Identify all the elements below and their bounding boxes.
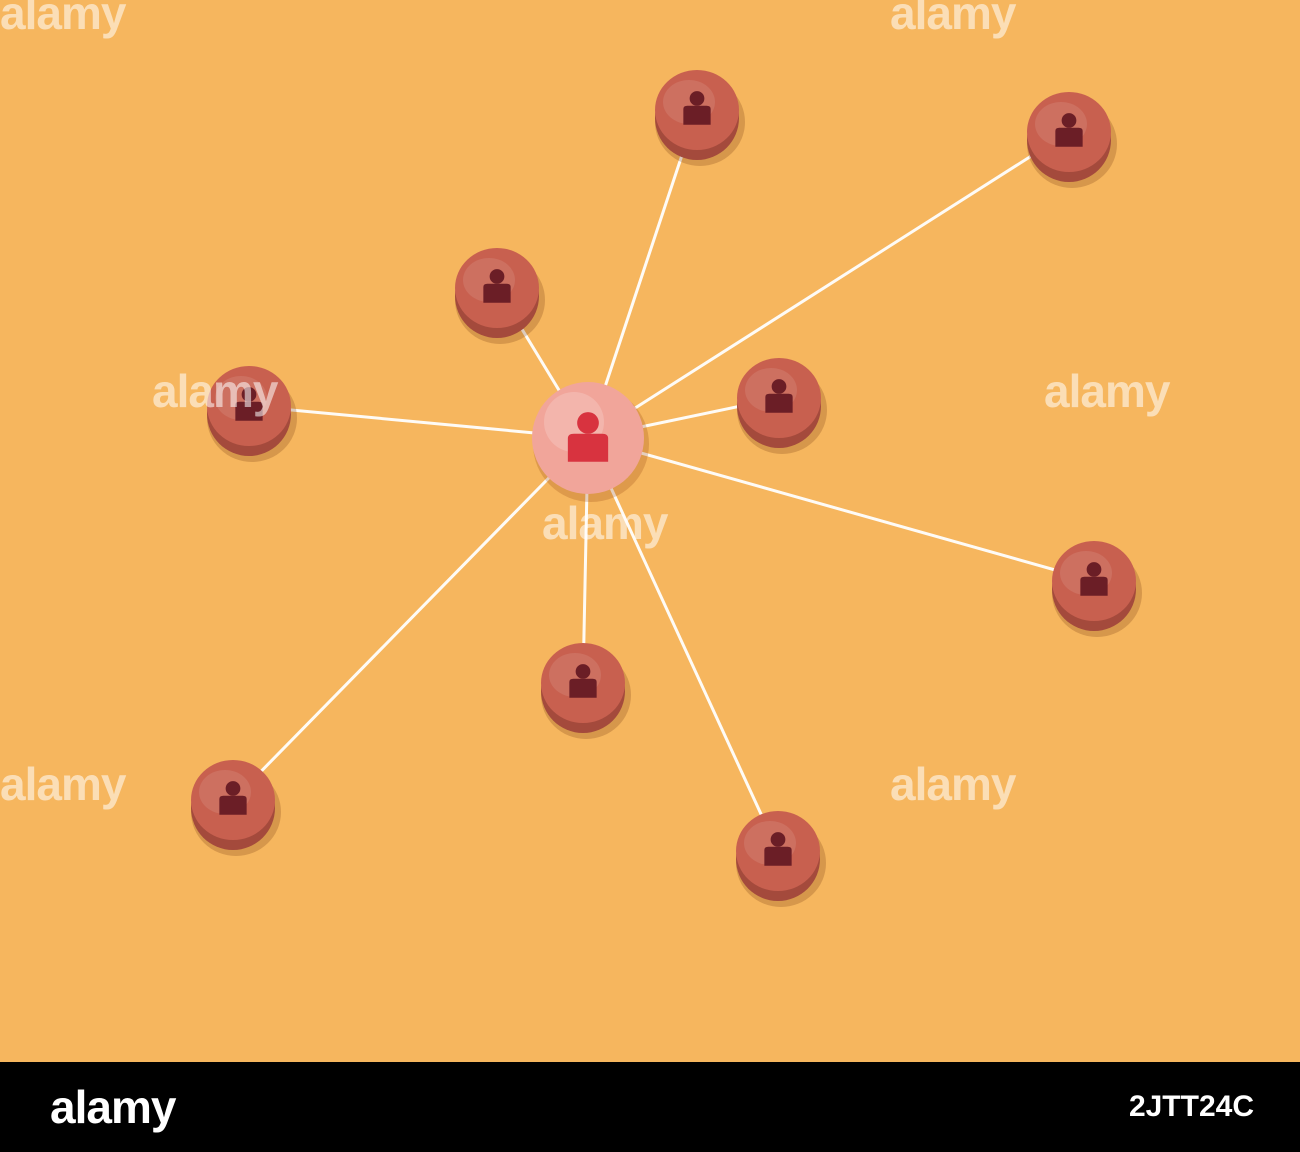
person-node	[191, 760, 281, 856]
person-body	[1055, 127, 1083, 147]
person-body	[219, 795, 247, 815]
person-head	[1086, 562, 1102, 577]
stock-id: 2JTT24C	[1128, 1090, 1254, 1123]
person-body	[567, 433, 609, 462]
hub-node	[532, 382, 649, 502]
person-node	[455, 248, 545, 344]
person-node	[207, 366, 297, 462]
person-body	[1080, 576, 1108, 596]
person-head	[575, 664, 591, 679]
person-head	[489, 269, 505, 284]
network-link	[231, 436, 590, 802]
person-head	[241, 387, 257, 402]
network-link	[586, 436, 780, 853]
person-body	[765, 393, 793, 413]
person-head	[225, 781, 241, 796]
network-link	[586, 436, 1096, 583]
person-body	[569, 678, 597, 698]
person-body	[483, 283, 511, 303]
network-link	[586, 130, 1071, 440]
photo-network-people: alamy alamy alamy alamy alamy alamy alam…	[0, 0, 1300, 1062]
person-node	[655, 70, 745, 166]
person-head	[577, 412, 599, 434]
person-head	[771, 379, 787, 394]
person-node	[541, 643, 631, 739]
person-body	[683, 105, 711, 125]
person-head	[1061, 113, 1077, 128]
person-node	[1052, 541, 1142, 637]
network-diagram	[191, 70, 1142, 907]
person-node	[736, 811, 826, 907]
person-body	[235, 401, 263, 421]
person-head	[770, 832, 786, 847]
person-node	[1027, 92, 1117, 188]
person-node	[737, 358, 827, 454]
person-head	[689, 91, 705, 106]
footer-bar: alamy 2JTT24C	[0, 1062, 1300, 1152]
person-body	[764, 846, 792, 866]
brand-logo: alamy	[50, 1081, 176, 1133]
